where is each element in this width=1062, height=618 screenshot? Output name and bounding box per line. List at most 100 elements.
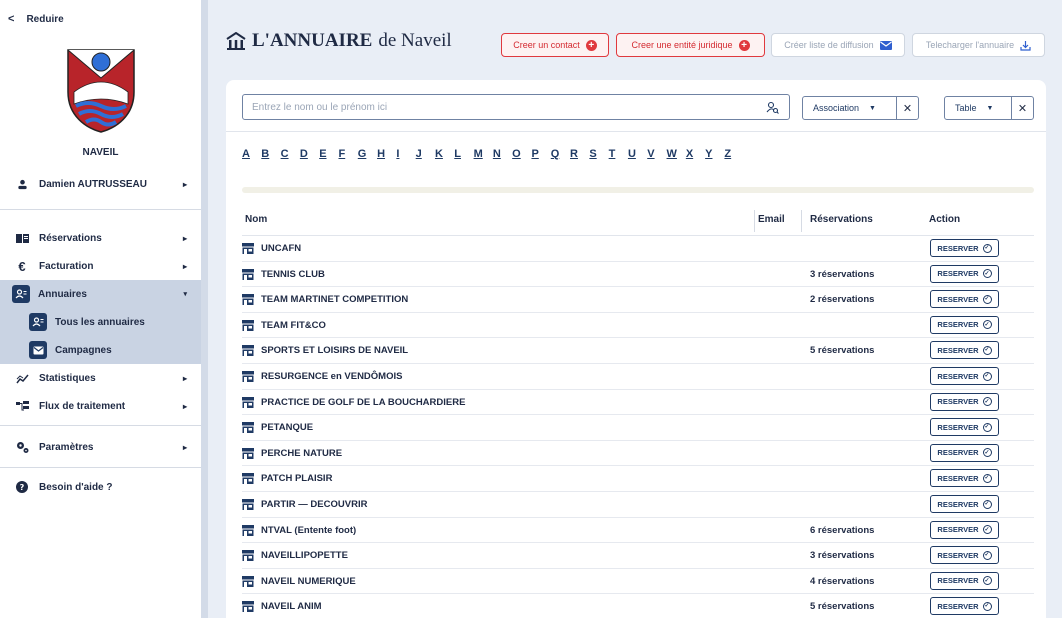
- letter-filter-z[interactable]: Z: [724, 148, 743, 160]
- row-name-text[interactable]: RESURGENCE en VENDÔMOIS: [261, 371, 402, 382]
- letter-filter-x[interactable]: X: [686, 148, 705, 160]
- table-row[interactable]: RESURGENCE en VENDÔMOIS RESERVER ✓: [242, 364, 1034, 390]
- letter-filter-h[interactable]: H: [377, 148, 396, 160]
- create-entity-button[interactable]: Creer une entité juridique +: [616, 33, 765, 57]
- download-directory-button[interactable]: Telecharger l'annuaire: [912, 33, 1045, 57]
- reduce-toggle[interactable]: < Reduire: [8, 13, 64, 25]
- row-name: TEAM MARTINET COMPETITION: [242, 294, 408, 306]
- letter-filter-s[interactable]: S: [589, 148, 608, 160]
- reserve-button[interactable]: RESERVER ✓: [930, 495, 999, 513]
- letter-filter-w[interactable]: W: [667, 148, 686, 160]
- letter-filter-i[interactable]: I: [396, 148, 415, 160]
- reserve-button[interactable]: RESERVER ✓: [930, 264, 999, 283]
- letter-filter-a[interactable]: A: [242, 148, 261, 160]
- letter-filter-k[interactable]: K: [435, 148, 454, 160]
- table-row[interactable]: TENNIS CLUB 3 réservations RESERVER ✓: [242, 262, 1034, 288]
- letter-filter-l[interactable]: L: [454, 148, 473, 160]
- close-icon[interactable]: ✕: [896, 97, 918, 119]
- close-icon[interactable]: ✕: [1011, 97, 1033, 119]
- row-name-text[interactable]: NAVEILLIPOPETTE: [261, 550, 348, 561]
- letter-filter-d[interactable]: D: [300, 148, 319, 160]
- table-row[interactable]: NAVEIL ANIM 5 réservations RESERVER ✓: [242, 594, 1034, 618]
- table-row[interactable]: PATCH PLAISIR RESERVER ✓: [242, 466, 1034, 492]
- row-name-text[interactable]: PERCHE NATURE: [261, 448, 342, 459]
- nav-facturation[interactable]: € Facturation ▸: [0, 252, 201, 280]
- row-name-text[interactable]: PRACTICE DE GOLF DE LA BOUCHARDIERE: [261, 397, 465, 408]
- table-row[interactable]: PERCHE NATURE RESERVER ✓: [242, 441, 1034, 467]
- row-name-text[interactable]: UNCAFN: [261, 243, 301, 254]
- row-name-text[interactable]: NTVAL (Entente foot): [261, 525, 356, 536]
- directory-card: Entrez le nom ou le prénom ici Associati…: [226, 80, 1046, 618]
- letter-filter-c[interactable]: C: [281, 148, 300, 160]
- user-menu[interactable]: Damien AUTRUSSEAU ▸: [0, 170, 201, 198]
- reserve-button[interactable]: RESERVER ✓: [930, 443, 999, 462]
- nav-reservations[interactable]: Réservations ▸: [0, 224, 201, 252]
- letter-filter-m[interactable]: M: [474, 148, 493, 160]
- letter-filter-v[interactable]: V: [647, 148, 666, 160]
- row-name-text[interactable]: NAVEIL NUMERIQUE: [261, 576, 356, 587]
- col-header-action[interactable]: Action: [929, 214, 960, 225]
- col-header-email[interactable]: Email: [758, 214, 785, 225]
- reserve-button[interactable]: RESERVER ✓: [930, 315, 999, 334]
- reserve-button[interactable]: RESERVER ✓: [930, 341, 999, 360]
- letter-filter-u[interactable]: U: [628, 148, 647, 160]
- row-name-text[interactable]: PETANQUE: [261, 422, 313, 433]
- reserve-button[interactable]: RESERVER ✓: [930, 392, 999, 411]
- letter-filter-e[interactable]: E: [319, 148, 338, 160]
- view-select[interactable]: Table ▼ ✕: [944, 96, 1034, 120]
- letter-filter-t[interactable]: T: [609, 148, 628, 160]
- table-row[interactable]: NTVAL (Entente foot) 6 réservations RESERV…: [242, 518, 1034, 544]
- table-row[interactable]: PETANQUE RESERVER ✓: [242, 415, 1034, 441]
- nav-campagnes[interactable]: Campagnes: [0, 336, 201, 364]
- letter-filter-p[interactable]: P: [531, 148, 550, 160]
- letter-filter-r[interactable]: R: [570, 148, 589, 160]
- col-header-nom[interactable]: Nom: [245, 214, 267, 225]
- reserve-button[interactable]: RESERVER ✓: [930, 367, 999, 385]
- row-name-text[interactable]: TEAM MARTINET COMPETITION: [261, 294, 408, 305]
- reserve-button[interactable]: RESERVER ✓: [930, 290, 999, 309]
- row-name-text[interactable]: PARTIR — DECOUVRIR: [261, 499, 367, 510]
- sidebar-scroll-strip[interactable]: [201, 0, 208, 618]
- letter-filter-g[interactable]: G: [358, 148, 377, 160]
- table-row[interactable]: UNCAFN RESERVER ✓: [242, 236, 1034, 262]
- table-row[interactable]: PARTIR — DECOUVRIR RESERVER ✓: [242, 492, 1034, 518]
- letter-filter-j[interactable]: J: [416, 148, 435, 160]
- chevron-down-icon: ▾: [183, 291, 187, 298]
- reserve-button[interactable]: RESERVER ✓: [930, 520, 999, 539]
- letter-filter-f[interactable]: F: [338, 148, 357, 160]
- table-row[interactable]: NAVEILLIPOPETTE 3 réservations RESERVER ✓: [242, 543, 1034, 569]
- letter-filter-y[interactable]: Y: [705, 148, 724, 160]
- reserve-button[interactable]: RESERVER ✓: [930, 469, 999, 488]
- row-name-text[interactable]: PATCH PLAISIR: [261, 473, 332, 484]
- reserve-button[interactable]: RESERVER ✓: [930, 418, 999, 437]
- reserve-button[interactable]: RESERVER ✓: [930, 239, 999, 257]
- reserve-button[interactable]: RESERVER ✓: [930, 571, 999, 590]
- nav-tous-annuaires[interactable]: Tous les annuaires: [0, 308, 201, 336]
- row-name-text[interactable]: SPORTS ET LOISIRS DE NAVEIL: [261, 345, 408, 356]
- letter-filter-q[interactable]: Q: [551, 148, 570, 160]
- reserve-button[interactable]: RESERVER ✓: [930, 597, 999, 616]
- reserve-button[interactable]: RESERVER ✓: [930, 546, 999, 565]
- nav-flux[interactable]: Flux de traitement ▸: [0, 392, 201, 420]
- search-person-icon[interactable]: [766, 101, 779, 114]
- letter-filter-o[interactable]: O: [512, 148, 531, 160]
- nav-statistiques[interactable]: Statistiques ▸: [0, 364, 201, 392]
- create-contact-button[interactable]: Creer un contact +: [501, 33, 609, 57]
- table-row[interactable]: TEAM MARTINET COMPETITION 2 réservations R…: [242, 287, 1034, 313]
- table-row[interactable]: SPORTS ET LOISIRS DE NAVEIL 5 réservation…: [242, 338, 1034, 364]
- type-filter-select[interactable]: Association ▼ ✕: [802, 96, 919, 120]
- row-name-text[interactable]: TENNIS CLUB: [261, 269, 325, 280]
- col-header-reservations[interactable]: Réservations: [810, 214, 873, 225]
- table-row[interactable]: PRACTICE DE GOLF DE LA BOUCHARDIERE RESER…: [242, 390, 1034, 416]
- letter-filter-b[interactable]: B: [261, 148, 280, 160]
- search-input[interactable]: Entrez le nom ou le prénom ici: [242, 94, 790, 120]
- row-name-text[interactable]: TEAM FIT&CO: [261, 320, 326, 331]
- letter-filter-n[interactable]: N: [493, 148, 512, 160]
- create-diffusion-button[interactable]: Créer liste de diffusion: [771, 33, 905, 57]
- table-row[interactable]: TEAM FIT&CO RESERVER ✓: [242, 313, 1034, 339]
- nav-parametres[interactable]: Paramètres ▸: [0, 433, 201, 461]
- row-name-text[interactable]: NAVEIL ANIM: [261, 601, 322, 612]
- table-row[interactable]: NAVEIL NUMERIQUE 4 réservations RESERVER ✓: [242, 569, 1034, 595]
- nav-annuaires[interactable]: Annuaires ▾: [0, 280, 201, 308]
- nav-aide[interactable]: ? Besoin d'aide ?: [0, 473, 201, 501]
